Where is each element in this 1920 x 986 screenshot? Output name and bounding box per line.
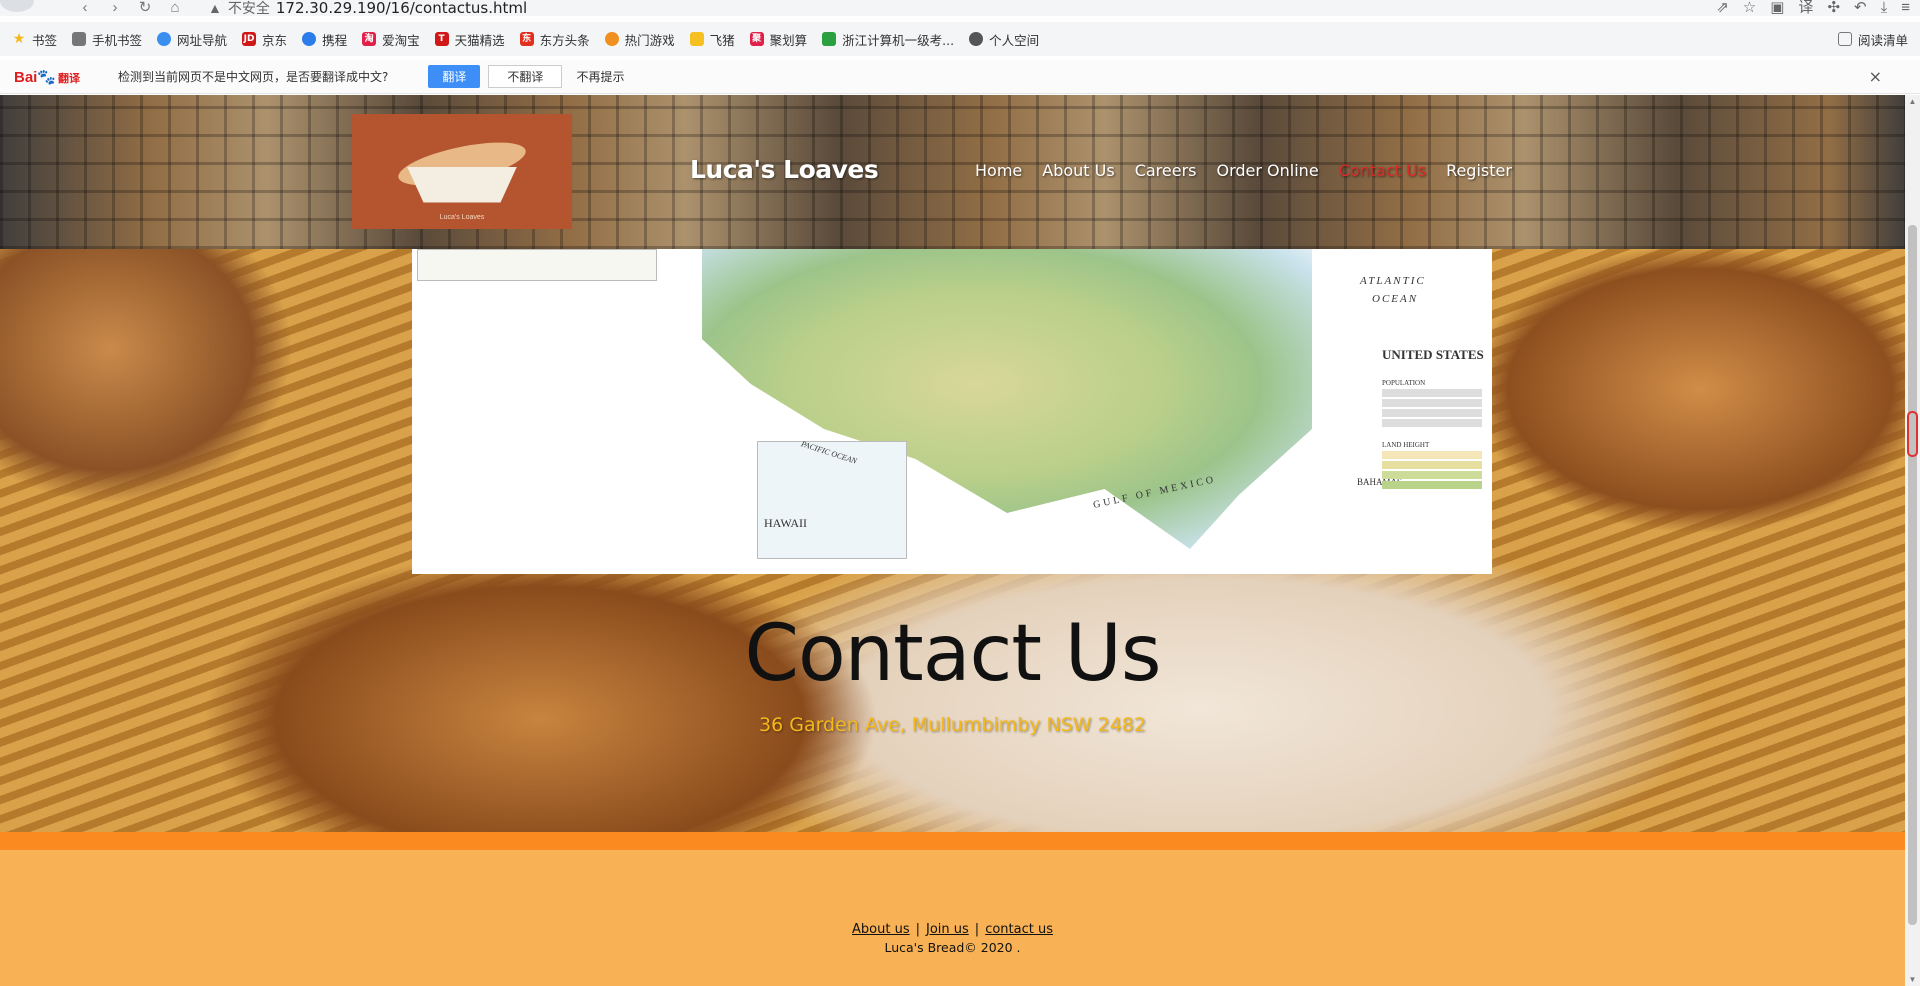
contact-address: 36 Garden Ave, Mullumbimby NSW 2482 bbox=[759, 714, 1146, 736]
header-background bbox=[0, 95, 1905, 249]
scroll-down-icon[interactable]: ▼ bbox=[1905, 975, 1920, 984]
footer-link-about-us[interactable]: About us bbox=[852, 922, 910, 937]
bookmark-item[interactable]: 聚聚划算 bbox=[749, 30, 807, 49]
reading-list[interactable]: 阅读清单 bbox=[1837, 30, 1908, 49]
personal-icon bbox=[969, 32, 984, 46]
bookmark-item[interactable]: T 天猫精选 bbox=[434, 30, 505, 49]
warning-icon[interactable]: ▲ bbox=[208, 1, 222, 15]
map-label-pacific: PACIFIC OCEAN bbox=[800, 439, 858, 466]
compass-icon bbox=[157, 32, 172, 46]
browser-address-bar: ‹ › ↻ ⌂ ▲ 不安全 172.30.29.190/16/contactus… bbox=[0, 0, 1920, 16]
site-header: Luca's Loaves Luca's Loaves Home About U… bbox=[0, 95, 1905, 249]
security-label[interactable]: 不安全 bbox=[228, 1, 270, 15]
baidu-translate-logo: Bai🐾 翻译 bbox=[14, 68, 81, 86]
logo-caption: Luca's Loaves bbox=[439, 214, 485, 221]
footer-divider bbox=[0, 832, 1905, 850]
nav-careers[interactable]: Careers bbox=[1135, 161, 1197, 180]
translate-icon[interactable]: 译 bbox=[1798, 0, 1813, 15]
bookmarks-bar: ★ 书签 手机书签 网址导航 JD 京东 携程 淘爱淘宝 T 天猫精选 东东方头条 热… bbox=[0, 22, 1920, 56]
scroll-up-icon[interactable]: ▲ bbox=[1905, 97, 1920, 106]
translate-button[interactable]: 翻译 bbox=[428, 65, 481, 88]
nav-about-us[interactable]: About Us bbox=[1042, 161, 1114, 180]
taobao-icon: 淘 bbox=[362, 32, 377, 46]
bookmark-item[interactable]: ★ 书签 bbox=[12, 30, 57, 49]
map-inset-alaska bbox=[417, 249, 657, 281]
back-icon[interactable]: ‹ bbox=[70, 0, 100, 15]
bookmark-item[interactable]: 网址导航 bbox=[157, 30, 227, 49]
nav-register[interactable]: Register bbox=[1446, 161, 1512, 180]
footer-links: About us | Join us | contact us bbox=[0, 922, 1905, 937]
download-icon[interactable]: ⤓ bbox=[1881, 0, 1888, 15]
ctrip-icon bbox=[302, 32, 317, 46]
bookmark-item[interactable]: 浙江计算机一级考... bbox=[822, 30, 954, 49]
site-logo[interactable]: Luca's Loaves bbox=[352, 114, 572, 229]
map-inset-hawaii: PACIFIC OCEAN HAWAII bbox=[757, 439, 907, 559]
footer-copyright: Luca's Bread© 2020 . bbox=[884, 940, 1021, 955]
nav-home[interactable]: Home bbox=[975, 161, 1022, 180]
bookmark-item[interactable]: 个人空间 bbox=[969, 30, 1039, 49]
bookmark-item[interactable]: 东东方头条 bbox=[519, 30, 590, 49]
us-map-image: ATLANTIC OCEAN UNITED STATES BAHAMAS GUL… bbox=[412, 249, 1492, 574]
menu-icon[interactable]: ≡ bbox=[1901, 0, 1910, 15]
bookmark-item[interactable]: 热门游戏 bbox=[604, 30, 675, 49]
bookmark-item[interactable]: 淘爱淘宝 bbox=[362, 30, 420, 49]
map-legend: POPULATION LAND HEIGHT bbox=[1382, 379, 1482, 549]
footer-separator: | bbox=[915, 922, 920, 937]
reading-list-icon bbox=[1837, 32, 1852, 46]
undo-icon[interactable]: ↶ bbox=[1854, 0, 1867, 15]
star-icon[interactable]: ☆ bbox=[1743, 0, 1756, 15]
nav-contact-us[interactable]: Contact Us bbox=[1339, 161, 1426, 180]
map-label-atlantic: ATLANTIC bbox=[1360, 275, 1426, 287]
browser-logo-icon bbox=[0, 0, 34, 12]
nav-order-online[interactable]: Order Online bbox=[1217, 161, 1319, 180]
forward-icon[interactable]: › bbox=[100, 0, 130, 15]
juhuasuan-icon: 聚 bbox=[749, 32, 764, 46]
hero-bread-background: ATLANTIC OCEAN UNITED STATES BAHAMAS GUL… bbox=[0, 249, 1905, 832]
fliggy-icon bbox=[689, 32, 704, 46]
scroll-marker bbox=[1907, 411, 1918, 457]
translate-message: 检测到当前网页不是中文网页，是否要翻译成中文? bbox=[118, 70, 389, 84]
translate-bar: Bai🐾 翻译 检测到当前网页不是中文网页，是否要翻译成中文? 翻译 不翻译 不再… bbox=[0, 60, 1920, 94]
main-nav: Home About Us Careers Order Online Conta… bbox=[975, 161, 1512, 180]
exam-icon bbox=[822, 32, 837, 46]
jd-icon: JD bbox=[242, 32, 257, 46]
map-label-ocean: OCEAN bbox=[1372, 293, 1419, 305]
site-title[interactable]: Luca's Loaves bbox=[690, 155, 879, 184]
map-label-country: UNITED STATES bbox=[1382, 347, 1484, 362]
page-scrollbar[interactable]: ▲ ▼ bbox=[1905, 95, 1920, 986]
news-icon: 东 bbox=[519, 32, 534, 46]
page-content: Luca's Loaves Luca's Loaves Home About U… bbox=[0, 95, 1905, 986]
never-prompt-link[interactable]: 不再提示 bbox=[576, 68, 624, 85]
share-icon[interactable]: ⇗ bbox=[1716, 0, 1729, 15]
bookmark-item[interactable]: JD 京东 bbox=[242, 30, 287, 49]
footer-link-contact-us[interactable]: contact us bbox=[985, 922, 1053, 937]
page-title: Contact Us bbox=[744, 609, 1162, 699]
tmall-icon: T bbox=[434, 32, 449, 46]
footer-separator: | bbox=[974, 922, 980, 937]
folder-icon bbox=[72, 32, 87, 46]
footer-link-join-us[interactable]: Join us bbox=[926, 922, 969, 937]
extension-icon[interactable]: ▣ bbox=[1770, 0, 1784, 15]
bookmark-item[interactable]: 飞猪 bbox=[689, 30, 735, 49]
star-icon: ★ bbox=[12, 31, 26, 47]
game-icon bbox=[604, 32, 619, 46]
reload-icon[interactable]: ↻ bbox=[130, 0, 160, 15]
no-translate-button[interactable]: 不翻译 bbox=[488, 65, 563, 88]
bread-basket-icon bbox=[387, 133, 537, 207]
puzzle-icon[interactable]: ✣ bbox=[1827, 0, 1840, 15]
bookmark-item[interactable]: 携程 bbox=[302, 30, 347, 49]
close-icon[interactable]: × bbox=[1869, 67, 1882, 86]
home-icon[interactable]: ⌂ bbox=[160, 0, 190, 15]
map-label-hawaii: HAWAII bbox=[764, 516, 808, 530]
url-input[interactable]: 172.30.29.190/16/contactus.html bbox=[276, 1, 527, 16]
scroll-thumb[interactable] bbox=[1908, 225, 1917, 925]
site-footer: About us | Join us | contact us Luca's Bread… bbox=[0, 850, 1905, 986]
bookmark-item[interactable]: 手机书签 bbox=[72, 30, 142, 49]
